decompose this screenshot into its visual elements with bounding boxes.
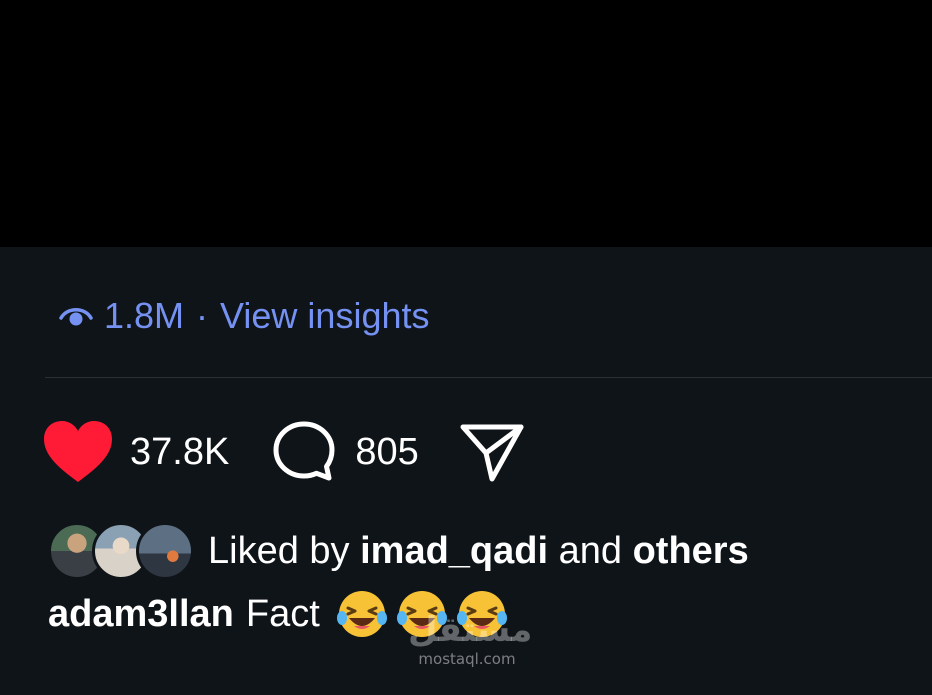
heart-icon[interactable] — [42, 420, 114, 484]
caption-author[interactable]: adam3llan — [48, 593, 234, 636]
liked-by-prefix: Liked by — [208, 529, 350, 572]
liked-by-row[interactable]: Liked by imad_qadi and others — [48, 520, 749, 582]
action-bar: 37.8K 805 — [42, 418, 525, 486]
post-media[interactable] — [0, 0, 932, 247]
avatar[interactable] — [136, 522, 194, 580]
others-link[interactable]: others — [633, 530, 749, 573]
comment-icon[interactable] — [271, 419, 337, 485]
liked-by-joiner: and — [558, 529, 623, 572]
eye-icon — [59, 308, 93, 326]
comments-count[interactable]: 805 — [355, 431, 418, 474]
divider — [45, 377, 932, 378]
insights-row[interactable]: 1.8M · View insights — [58, 292, 430, 340]
likes-count[interactable]: 37.8K — [130, 431, 229, 474]
liker-avatars[interactable] — [48, 522, 194, 580]
watermark-site: mostaql.com — [418, 650, 516, 668]
insights-separator: · — [196, 295, 209, 336]
view-insights-link[interactable]: View insights — [220, 295, 429, 337]
views-count: 1.8M — [104, 295, 185, 336]
caption-text: Fact — [245, 592, 320, 635]
watermark: مستقل mostaql.com — [408, 610, 533, 668]
liker-username[interactable]: imad_qadi — [360, 530, 548, 573]
share-icon[interactable] — [459, 421, 525, 483]
laughing-emoji-icon — [336, 591, 387, 637]
watermark-logo: مستقل — [408, 610, 533, 650]
